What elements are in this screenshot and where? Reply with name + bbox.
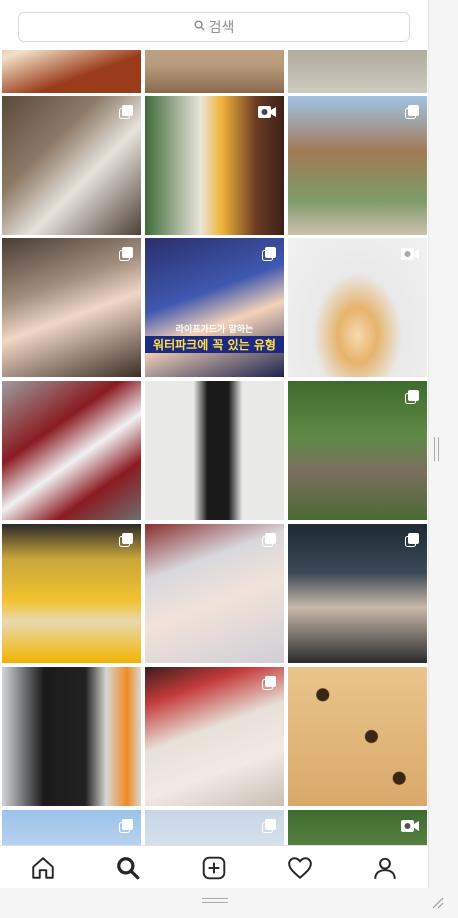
new-post-icon[interactable] [194, 848, 234, 888]
post-tile[interactable] [145, 96, 284, 235]
search-input[interactable]: 검색 [18, 12, 410, 42]
bottom-nav [0, 845, 428, 888]
post-tile[interactable] [288, 96, 427, 235]
carousel-icon [262, 246, 276, 265]
profile-icon[interactable] [365, 848, 405, 888]
video-overlay-line2: 워터파크에 꼭 있는 유형 [145, 336, 284, 353]
post-tile[interactable] [145, 524, 284, 663]
post-tile[interactable] [288, 524, 427, 663]
activity-heart-icon[interactable] [280, 848, 320, 888]
explore-screen: 라이프가드가 말하는 워터파크에 꼭 있는 유형 검색 [0, 0, 429, 888]
carousel-icon [405, 389, 419, 408]
carousel-icon [262, 532, 276, 551]
post-tile[interactable] [2, 524, 141, 663]
video-overlay-line1: 라이프가드가 말하는 [175, 325, 254, 335]
carousel-icon [405, 104, 419, 123]
search-bar: 검색 [0, 0, 428, 50]
home-icon[interactable] [23, 848, 63, 888]
carousel-icon [119, 246, 133, 265]
video-icon [401, 246, 419, 265]
search-placeholder: 검색 [208, 20, 235, 36]
post-tile[interactable] [145, 667, 284, 806]
search-icon[interactable] [108, 848, 148, 888]
search-icon [194, 19, 209, 35]
video-icon [258, 104, 276, 123]
horizontal-resize-handle[interactable] [202, 898, 228, 904]
vertical-resize-handle[interactable] [434, 437, 440, 461]
carousel-icon [262, 675, 276, 694]
carousel-icon [119, 104, 133, 123]
carousel-icon [405, 532, 419, 551]
post-tile[interactable] [288, 381, 427, 520]
video-icon [401, 818, 419, 837]
post-tile[interactable] [288, 238, 427, 377]
post-tile[interactable] [2, 238, 141, 377]
resize-corner-icon[interactable] [430, 894, 444, 909]
carousel-icon [119, 532, 133, 551]
post-tile[interactable] [2, 667, 141, 806]
post-tile[interactable] [288, 667, 427, 806]
post-tile[interactable]: 라이프가드가 말하는 워터파크에 꼭 있는 유형 [145, 238, 284, 377]
post-tile[interactable] [145, 381, 284, 520]
carousel-icon [119, 818, 133, 837]
post-tile[interactable] [2, 381, 141, 520]
carousel-icon [262, 818, 276, 837]
post-tile[interactable] [2, 96, 141, 235]
